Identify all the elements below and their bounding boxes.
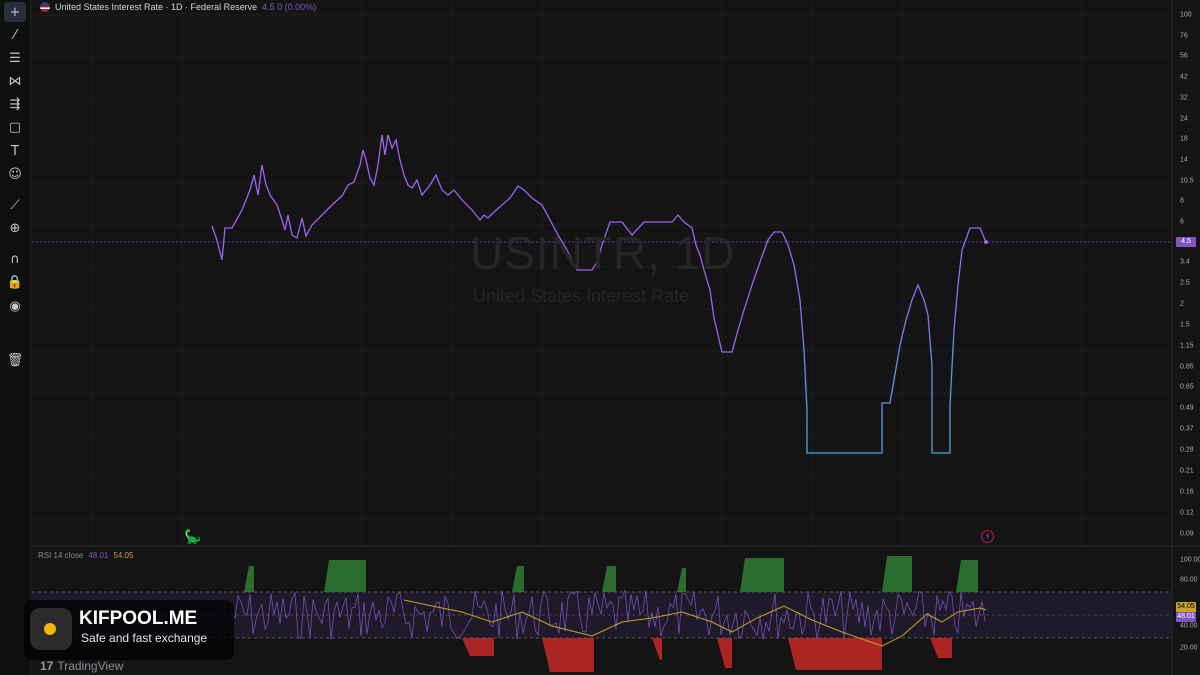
rsi-ma-value: 54.05 bbox=[113, 551, 134, 560]
price-axis-label: 0.16 bbox=[1180, 488, 1194, 496]
eye-icon[interactable]: ◉ bbox=[4, 296, 26, 316]
chart-area[interactable] bbox=[32, 0, 1200, 675]
overbought-fill bbox=[677, 568, 686, 592]
dinosaur-icon[interactable]: 🦕 bbox=[184, 529, 201, 545]
magnet-icon[interactable]: ∩ bbox=[4, 249, 26, 269]
price-axis-label: 14 bbox=[1180, 156, 1188, 164]
oversold-fill bbox=[462, 638, 494, 656]
price-axis-label: 76 bbox=[1180, 32, 1188, 40]
oversold-fill bbox=[930, 638, 952, 658]
rsi-label[interactable]: RSI 14 close bbox=[38, 551, 83, 560]
crosshair-icon[interactable]: + bbox=[4, 2, 26, 22]
chart-canvas[interactable] bbox=[32, 0, 1200, 675]
overbought-fill bbox=[882, 556, 912, 592]
kifpool-logo-icon bbox=[30, 608, 72, 650]
price-axis-label: 0.21 bbox=[1180, 467, 1194, 475]
series-legend[interactable]: United States Interest Rate · 1D · Feder… bbox=[40, 1, 316, 13]
price-axis-label: 42 bbox=[1180, 73, 1188, 81]
oversold-fill bbox=[542, 638, 594, 672]
rsi-axis-label: 40.00 bbox=[1180, 622, 1198, 630]
overbought-fill bbox=[244, 566, 254, 592]
rsi-rsi-tag: 48.01 bbox=[1176, 612, 1196, 622]
symbol-watermark: USINTR, 1D bbox=[470, 227, 736, 279]
overbought-fill bbox=[956, 560, 978, 592]
current-price-tag: 4.5 bbox=[1176, 237, 1196, 247]
rsi-axis-label: 80.00 bbox=[1180, 576, 1198, 584]
price-axis-label: 0.28 bbox=[1180, 446, 1194, 454]
last-price-dot bbox=[984, 240, 988, 244]
series-values: 4.5 0 (0.00%) bbox=[262, 2, 317, 12]
price-axis-label: 1.5 bbox=[1180, 321, 1190, 329]
us-flag-icon bbox=[40, 2, 50, 12]
price-axis-label: 100 bbox=[1180, 11, 1192, 19]
oversold-fill bbox=[788, 638, 882, 670]
tradingview-mark-icon: 17 bbox=[40, 659, 54, 673]
lock-icon[interactable]: 🔒 bbox=[4, 272, 26, 292]
rsi-ma-tag: 54.05 bbox=[1176, 602, 1196, 612]
overbought-fill bbox=[740, 558, 784, 592]
rsi-axis-label: 100.00 bbox=[1180, 556, 1200, 564]
projection-icon[interactable]: ⇶ bbox=[4, 94, 26, 114]
price-axis-label: 32 bbox=[1180, 94, 1188, 102]
symbol-name-watermark: United States Interest Rate bbox=[473, 286, 690, 306]
overbought-fill bbox=[512, 566, 524, 592]
price-axis-label: 24 bbox=[1180, 115, 1188, 122]
trend-line-icon[interactable]: ⁄ bbox=[4, 25, 26, 45]
rectangle-icon[interactable]: ▢ bbox=[4, 117, 26, 137]
text-icon[interactable]: T bbox=[4, 141, 26, 161]
price-axis-label: 0.85 bbox=[1180, 363, 1194, 370]
price-line-low-segment bbox=[781, 227, 987, 454]
price-axis-label: 3.4 bbox=[1180, 258, 1190, 266]
horizontal-lines-icon[interactable]: ☰ bbox=[4, 48, 26, 68]
price-axis-label: 0.09 bbox=[1180, 530, 1194, 538]
price-axis-label: 0.37 bbox=[1180, 425, 1194, 433]
oversold-fill bbox=[717, 638, 732, 668]
banner-title: KIFPOOL.ME bbox=[79, 608, 198, 629]
ruler-icon[interactable]: ⟋ bbox=[4, 195, 26, 215]
tradingview-logo[interactable]: 17 TradingView bbox=[40, 659, 123, 673]
zoom-icon[interactable]: ⊕ bbox=[4, 218, 26, 238]
drawing-toolbar: + ⁄ ☰ ⋈ ⇶ ▢ T ☺ ⟋ ⊕ ∩ 🔒 ◉ 🗑 bbox=[0, 0, 31, 675]
price-axis-label: 0.49 bbox=[1180, 404, 1194, 412]
price-axis-label: 10.5 bbox=[1180, 177, 1194, 185]
series-title[interactable]: United States Interest Rate · 1D · Feder… bbox=[55, 2, 257, 12]
price-axis-label: 18 bbox=[1180, 135, 1188, 143]
flash-icon[interactable]: ⚡ bbox=[981, 530, 994, 543]
price-axis-label: 8 bbox=[1180, 197, 1184, 205]
emoji-icon[interactable]: ☺ bbox=[4, 164, 26, 184]
banner-subtitle: Safe and fast exchange bbox=[81, 631, 208, 645]
price-axis-label: 0.65 bbox=[1180, 383, 1194, 391]
pattern-icon[interactable]: ⋈ bbox=[4, 71, 26, 91]
price-axis-label: 1.15 bbox=[1180, 342, 1194, 350]
price-axis-label: 0.12 bbox=[1180, 509, 1194, 517]
kifpool-banner: KIFPOOL.ME Safe and fast exchange bbox=[24, 600, 234, 660]
overbought-fill bbox=[324, 560, 366, 592]
price-axis-label: 56 bbox=[1180, 52, 1188, 60]
price-axis-label: 2 bbox=[1180, 300, 1184, 308]
price-axis-label: 6 bbox=[1180, 218, 1184, 226]
overbought-fill bbox=[602, 566, 616, 592]
tradingview-name: TradingView bbox=[57, 659, 124, 673]
trash-icon[interactable]: 🗑 bbox=[4, 350, 26, 370]
rsi-axis-label: 20.00 bbox=[1180, 644, 1198, 652]
oversold-fill bbox=[652, 638, 662, 660]
rsi-value: 48.01 bbox=[88, 551, 109, 560]
price-axis-label: 2.5 bbox=[1180, 279, 1190, 287]
rsi-legend[interactable]: RSI 14 close 48.01 54.05 bbox=[38, 551, 133, 560]
